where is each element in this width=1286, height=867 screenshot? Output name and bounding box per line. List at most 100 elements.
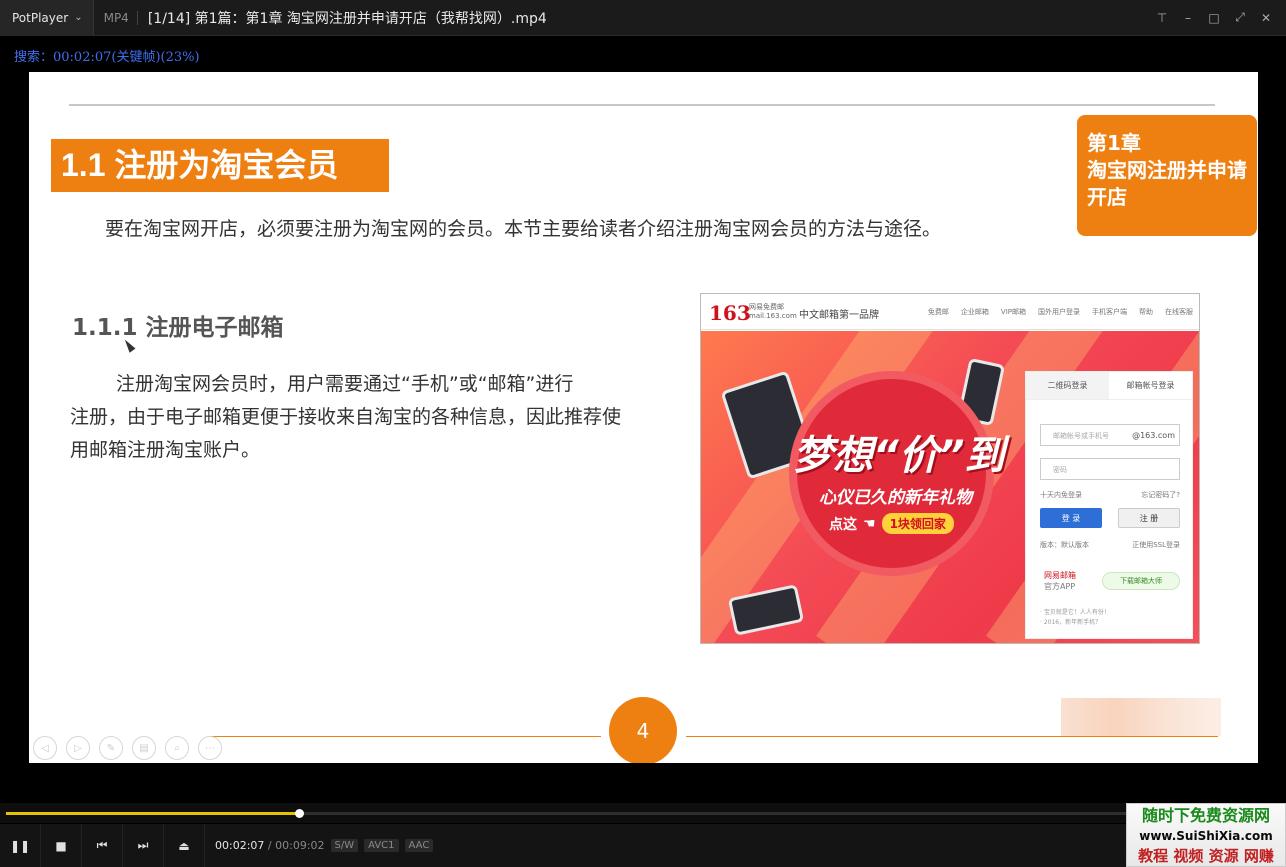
slideshow-nav: ◁ ▷ ✎ ▤ ⌕ ⋯ (33, 736, 222, 760)
more-icon: ⋯ (198, 736, 222, 760)
close-icon[interactable]: ✕ (1254, 6, 1278, 30)
mail-app-promo: 网易邮箱 官方APP (1044, 570, 1076, 592)
site-watermark: 随时下免费资源网 www.SuiShiXia.com 教程 视频 资源 网赚 (1126, 803, 1286, 867)
mail-app-sub: 官方APP (1044, 582, 1076, 591)
pause-button[interactable]: ❚❚ (0, 824, 41, 867)
promo-headline: 梦想“价”到 (793, 433, 1005, 479)
password-field: 密码 (1040, 458, 1180, 480)
promo-cta-pill: 1块领回家 (881, 513, 954, 534)
current-time: 00:02:07 (215, 839, 265, 852)
tab-account-login: 邮箱帐号登录 (1126, 381, 1175, 390)
seekbar[interactable] (0, 803, 1286, 823)
register-button: 注 册 (1118, 508, 1180, 528)
mail-nav-item: 国外用户登录 (1038, 308, 1080, 316)
previous-button[interactable]: ⏮ (82, 824, 123, 867)
prev-slide-icon: ◁ (33, 736, 57, 760)
title-bar: PotPlayer ⌄ MP4 [1/14] 第1篇：第1章 淘宝网注册并申请开… (0, 0, 1286, 36)
login-footer: · 宝贝就是它！人人有份！ · 2016，新年新手机？ (1040, 608, 1110, 628)
chapter-label: 第1章 (1087, 131, 1141, 155)
chapter-badge: 第1章 淘宝网注册并申请 开店 (1077, 115, 1257, 236)
footer-line-right (686, 736, 1218, 737)
mail-logo-sub-line1: 网易免费邮 (749, 303, 784, 311)
subheading: 1.1.1 注册电子邮箱 (72, 315, 284, 341)
pen-icon: ✎ (99, 736, 123, 760)
mail-nav-item: 免费邮 (927, 308, 949, 316)
format-label: MP4 (94, 10, 138, 25)
stop-button[interactable]: ■ (41, 824, 82, 867)
mail-app-name: 网易邮箱 (1044, 571, 1076, 580)
intro-text: 要在淘宝网开店，必须要注册为淘宝网的会员。本节主要给读者介绍注册淘宝网会员的方法… (105, 218, 942, 240)
zoom-icon: ⌕ (165, 736, 189, 760)
body-paragraph: 注册淘宝网会员时，用户需要通过“手机”或“邮箱”进行 注册，由于电子邮箱更便于接… (70, 368, 670, 467)
promo-cta: 点这 ☚ 1块领回家 (829, 513, 954, 534)
seek-osd-message: 搜索：00:02:07(关键帧)(23%) (14, 50, 200, 65)
seek-thumb[interactable] (295, 809, 305, 818)
footer-line: · 宝贝就是它！人人有份！ (1040, 609, 1110, 616)
time-display: 00:02:07 / 00:09:02 (215, 839, 325, 852)
mail-nav-item: 在线客服 (1165, 308, 1193, 316)
page-number: 4 (609, 697, 677, 763)
account-suffix: @163.com (1132, 431, 1175, 440)
video-codec-badge[interactable]: AVC1 (364, 839, 399, 852)
eject-button[interactable]: ⏏ (164, 824, 205, 867)
minimize-icon[interactable]: – (1176, 6, 1200, 30)
mail-promo-banner: 梦想“价”到 心仪已久的新年礼物 点这 ☚ 1块领回家 二维码登录 邮箱帐号登录… (701, 331, 1199, 643)
login-tabs: 二维码登录 邮箱帐号登录 (1026, 372, 1192, 400)
watermark-line3: 教程 视频 资源 网赚 (1138, 847, 1274, 865)
login-button: 登 录 (1040, 508, 1102, 528)
mail-logo: 163 (709, 301, 751, 325)
download-app-button: 下载邮箱大师 (1102, 572, 1180, 590)
video-frame[interactable]: 1.1 注册为淘宝会员 第1章 淘宝网注册并申请 开店 要在淘宝网开店，必须要注… (29, 72, 1258, 763)
mail-nav-item: 企业邮箱 (960, 308, 989, 316)
hand-pointer-icon: ☚ (863, 515, 876, 532)
time-separator: / (267, 839, 272, 852)
mail-header: 163 网易免费邮 mail.163.com 中文邮箱第一品牌 免费邮 企业邮箱… (701, 294, 1199, 330)
pin-icon[interactable]: ⊤ (1150, 6, 1174, 30)
next-button[interactable]: ⏭ (123, 824, 164, 867)
window-controls: ⊤ – □ ⤢ ✕ (1150, 6, 1286, 30)
watermark-line2: www.SuiShiXia.com (1139, 829, 1273, 843)
chapter-title-line2: 开店 (1087, 185, 1127, 209)
app-menu-button[interactable]: PotPlayer ⌄ (0, 0, 94, 36)
total-time: 00:09:02 (275, 839, 325, 852)
footer-line-left (209, 736, 601, 737)
section-title: 1.1 注册为淘宝会员 (51, 139, 389, 192)
slides-icon: ▤ (132, 736, 156, 760)
mail-nav-item: VIP邮箱 (1000, 308, 1026, 316)
mail-nav-item: 帮助 (1139, 308, 1153, 316)
chapter-title-line1: 淘宝网注册并申请 (1087, 158, 1247, 182)
seek-track[interactable] (6, 809, 1280, 818)
forgot-link: 忘记密码了? (1141, 491, 1180, 499)
mail-slogan: 中文邮箱第一品牌 (799, 310, 879, 321)
login-options-row: 十天内免登录 忘记密码了? (1040, 490, 1180, 500)
watermark-line1: 随时下免费资源网 (1141, 806, 1270, 825)
version-row: 版本：默认版本 正使用SSL登录 (1040, 540, 1180, 550)
ssl-label: 正使用SSL登录 (1132, 541, 1180, 549)
slide-top-rule (69, 104, 1215, 106)
account-field: 邮箱帐号或手机号 @163.com (1040, 424, 1180, 446)
promo-subline: 心仪已久的新年礼物 (819, 488, 972, 508)
mail-login-panel: 二维码登录 邮箱帐号登录 邮箱帐号或手机号 @163.com 密码 十天内免登录… (1025, 371, 1193, 639)
mail-163-screenshot: 163 网易免费邮 mail.163.com 中文邮箱第一品牌 免费邮 企业邮箱… (700, 293, 1200, 644)
next-slide-icon: ▷ (66, 736, 90, 760)
version-label: 版本：默认版本 (1040, 541, 1089, 549)
remember-label: 十天内免登录 (1040, 491, 1082, 499)
password-placeholder: 密码 (1053, 466, 1067, 474)
body-line: 注册淘宝网会员时，用户需要通过“手机”或“邮箱”进行 (116, 373, 574, 395)
app-name: PotPlayer (12, 10, 69, 25)
maximize-icon[interactable]: □ (1202, 6, 1226, 30)
mail-nav-item: 手机客户端 (1092, 308, 1127, 316)
footer-line: · 2016，新年新手机？ (1040, 619, 1102, 626)
body-line: 用邮箱注册淘宝账户。 (70, 439, 261, 461)
chevron-down-icon: ⌄ (74, 12, 83, 23)
window-title: [1/14] 第1篇：第1章 淘宝网注册并申请开店（我帮找网）.mp4 (147, 10, 547, 27)
blurred-watermark (1061, 698, 1221, 736)
audio-codec-badge[interactable]: AAC (404, 839, 434, 852)
promo-cta-label: 点这 (829, 516, 857, 533)
fullscreen-icon[interactable]: ⤢ (1228, 6, 1252, 30)
mail-logo-sub-line2: mail.163.com (749, 312, 797, 320)
account-placeholder: 邮箱帐号或手机号 (1053, 432, 1109, 440)
body-line: 注册，由于电子邮箱更便于接收来自淘宝的各种信息，因此推荐使 (70, 406, 622, 428)
decoder-badge[interactable]: S/W (330, 839, 359, 852)
seek-progress (6, 812, 300, 815)
